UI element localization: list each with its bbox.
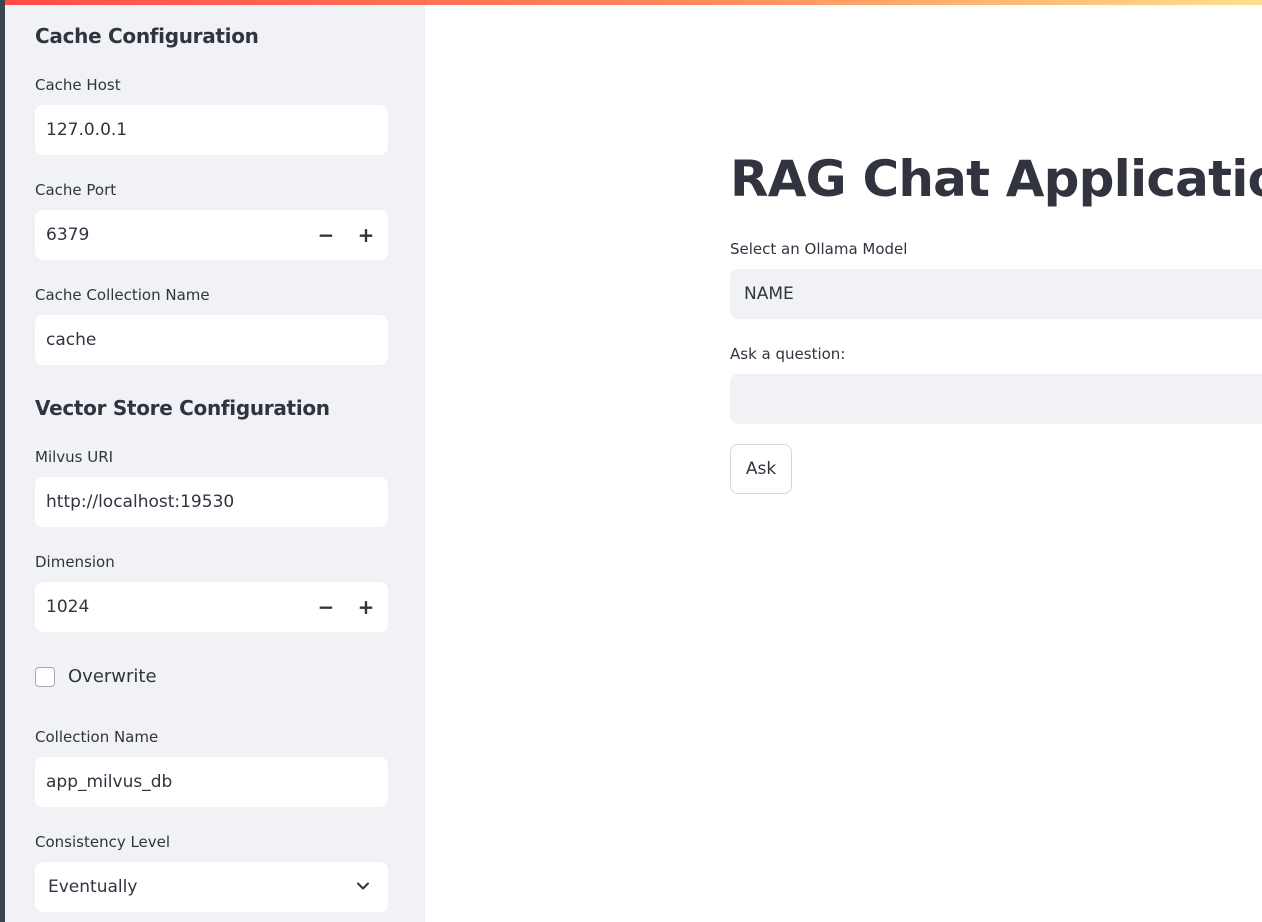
plus-icon: + [357, 595, 375, 619]
sidebar: Cache Configuration Cache Host Cache Por… [5, 0, 425, 922]
consistency-level-label: Consistency Level [35, 833, 171, 851]
cache-host-input[interactable] [35, 105, 388, 155]
overwrite-checkbox[interactable] [35, 666, 55, 687]
cache-port-decrement-button[interactable]: − [306, 210, 346, 260]
dimension-value[interactable]: 1024 [46, 582, 89, 632]
cache-host-label: Cache Host [35, 76, 121, 94]
milvus-uri-input[interactable] [35, 477, 388, 527]
collection-name-label: Collection Name [35, 728, 159, 746]
overwrite-checkbox-row[interactable]: Overwrite [35, 666, 157, 687]
cache-collection-input[interactable] [35, 315, 388, 365]
dimension-label: Dimension [35, 553, 115, 571]
question-input[interactable] [730, 374, 1262, 424]
consistency-level-select[interactable]: Eventually [35, 862, 388, 912]
main-content: RAG Chat Application Select an Ollama Mo… [425, 0, 1262, 922]
cache-port-value[interactable]: 6379 [46, 210, 89, 260]
page-title: RAG Chat Application [730, 150, 1262, 208]
question-label: Ask a question: [730, 345, 846, 363]
cache-port-stepper: 6379 − + [35, 210, 388, 260]
dimension-decrement-button[interactable]: − [306, 582, 346, 632]
overwrite-label[interactable]: Overwrite [68, 666, 157, 687]
chevron-down-icon [357, 882, 369, 890]
milvus-uri-label: Milvus URI [35, 448, 114, 466]
cache-collection-label: Cache Collection Name [35, 286, 210, 304]
collection-name-input[interactable] [35, 757, 388, 807]
minus-icon: − [317, 223, 335, 247]
ask-button[interactable]: Ask [730, 444, 792, 494]
dimension-stepper: 1024 − + [35, 582, 388, 632]
plus-icon: + [357, 223, 375, 247]
model-select-label: Select an Ollama Model [730, 240, 908, 258]
minus-icon: − [317, 595, 335, 619]
model-select-value: NAME [744, 284, 794, 304]
cache-config-title: Cache Configuration [35, 24, 259, 48]
top-decoration-bar [5, 0, 1262, 5]
cache-port-increment-button[interactable]: + [346, 210, 386, 260]
consistency-level-value: Eventually [48, 877, 138, 897]
app-window: Cache Configuration Cache Host Cache Por… [5, 0, 1262, 922]
dimension-increment-button[interactable]: + [346, 582, 386, 632]
vector-store-config-title: Vector Store Configuration [35, 396, 330, 420]
cache-port-label: Cache Port [35, 181, 117, 199]
model-select[interactable]: NAME [730, 269, 1262, 319]
